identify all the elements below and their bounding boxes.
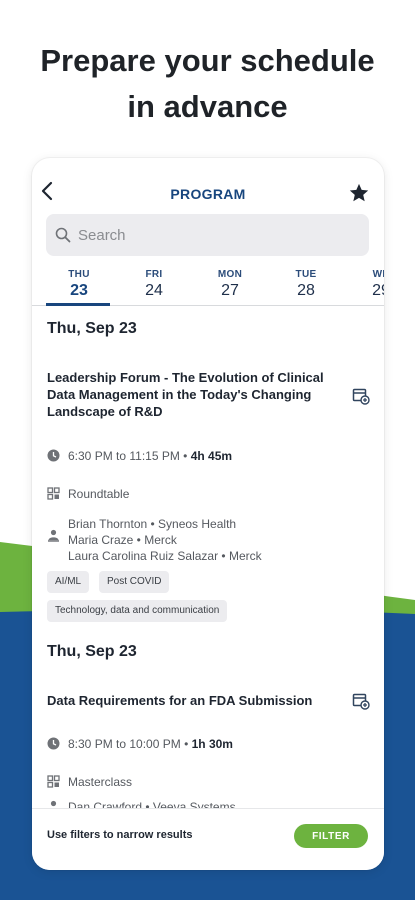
day-name: THU bbox=[68, 269, 90, 280]
day-name: MON bbox=[217, 269, 243, 280]
tag-chip[interactable]: AI/ML bbox=[47, 571, 90, 593]
search-icon bbox=[55, 227, 71, 243]
day-name: TUE bbox=[295, 269, 317, 280]
clock-icon bbox=[47, 737, 60, 750]
date-header: Thu, Sep 23 bbox=[47, 320, 137, 337]
time-range: 8:30 PM to 10:00 PM bbox=[68, 737, 181, 751]
speaker-icon bbox=[48, 529, 59, 542]
session-title[interactable]: Data Requirements for an FDA Submission bbox=[47, 692, 342, 709]
day-tab-fri-24[interactable]: FRI 24 bbox=[121, 266, 187, 305]
session-time: 6:30 PM to 11:15 PM • 4h 45m bbox=[68, 449, 233, 463]
promo-headline: Prepare your schedule in advance bbox=[0, 38, 415, 130]
active-day-indicator bbox=[46, 303, 110, 306]
session-type-icon bbox=[47, 487, 60, 500]
day-number: 23 bbox=[70, 282, 88, 299]
speaker-list: Brian Thornton • Syneos Health Maria Cra… bbox=[68, 516, 262, 564]
speaker-icon bbox=[50, 800, 57, 807]
session-time: 8:30 PM to 10:00 PM • 1h 30m bbox=[68, 737, 233, 751]
filter-bar: Use filters to narrow results FILTER bbox=[32, 808, 384, 870]
session-title[interactable]: Leadership Forum - The Evolution of Clin… bbox=[47, 369, 342, 420]
tag-chip[interactable]: Technology, data and communication bbox=[47, 600, 228, 622]
day-number: 24 bbox=[145, 282, 163, 299]
session-duration: 4h 45m bbox=[190, 449, 233, 463]
filter-hint: Use filters to narrow results bbox=[47, 829, 193, 841]
headline-line-1: Prepare your schedule bbox=[40, 43, 375, 78]
day-tab-mon-27[interactable]: MON 27 bbox=[197, 266, 263, 305]
session-duration: 1h 30m bbox=[191, 737, 233, 751]
session-type: Roundtable bbox=[68, 487, 130, 501]
speaker-list: Dan Crawford • Veeva Systems bbox=[68, 799, 236, 808]
day-number: 29 bbox=[372, 282, 384, 299]
speaker-name[interactable]: Laura Carolina Ruiz Salazar • Merck bbox=[68, 548, 262, 564]
day-tab-tue-28[interactable]: TUE 28 bbox=[273, 266, 339, 305]
speaker-name[interactable]: Maria Craze • Merck bbox=[68, 532, 262, 548]
day-tabs: THU 23 FRI 24 MON 27 TUE 28 WE 29 bbox=[32, 266, 384, 306]
headline-line-2: in advance bbox=[127, 89, 288, 124]
day-number: 27 bbox=[221, 282, 239, 299]
speaker-name[interactable]: Brian Thornton • Syneos Health bbox=[68, 516, 262, 532]
session-list: Thu, Sep 23 Leadership Forum - The Evolu… bbox=[32, 308, 384, 808]
day-tab-wed-29[interactable]: WE 29 bbox=[348, 266, 384, 305]
clock-icon bbox=[47, 449, 60, 462]
search-input[interactable] bbox=[78, 214, 358, 256]
add-to-calendar-icon[interactable] bbox=[352, 387, 370, 405]
day-name: FRI bbox=[145, 269, 163, 280]
filter-button[interactable]: FILTER bbox=[294, 824, 368, 848]
session-type: Masterclass bbox=[68, 775, 133, 789]
phone-screen: PROGRAM THU 23 FRI 24 MON 27 TUE 28 WE bbox=[32, 158, 384, 870]
top-bar: PROGRAM bbox=[32, 158, 384, 216]
date-header: Thu, Sep 23 bbox=[47, 643, 137, 660]
day-tab-thu-23[interactable]: THU 23 bbox=[46, 266, 112, 305]
day-name: WE bbox=[372, 269, 384, 280]
tag-chip[interactable]: Post COVID bbox=[99, 571, 170, 593]
page-title: PROGRAM bbox=[170, 186, 246, 202]
add-to-calendar-icon[interactable] bbox=[352, 692, 370, 710]
time-range: 6:30 PM to 11:15 PM bbox=[68, 449, 180, 463]
day-number: 28 bbox=[297, 282, 315, 299]
speaker-name[interactable]: Dan Crawford • Veeva Systems bbox=[68, 799, 236, 808]
session-type-icon bbox=[47, 775, 60, 788]
favorites-star-icon[interactable] bbox=[348, 182, 370, 204]
search-bar[interactable] bbox=[46, 214, 369, 256]
